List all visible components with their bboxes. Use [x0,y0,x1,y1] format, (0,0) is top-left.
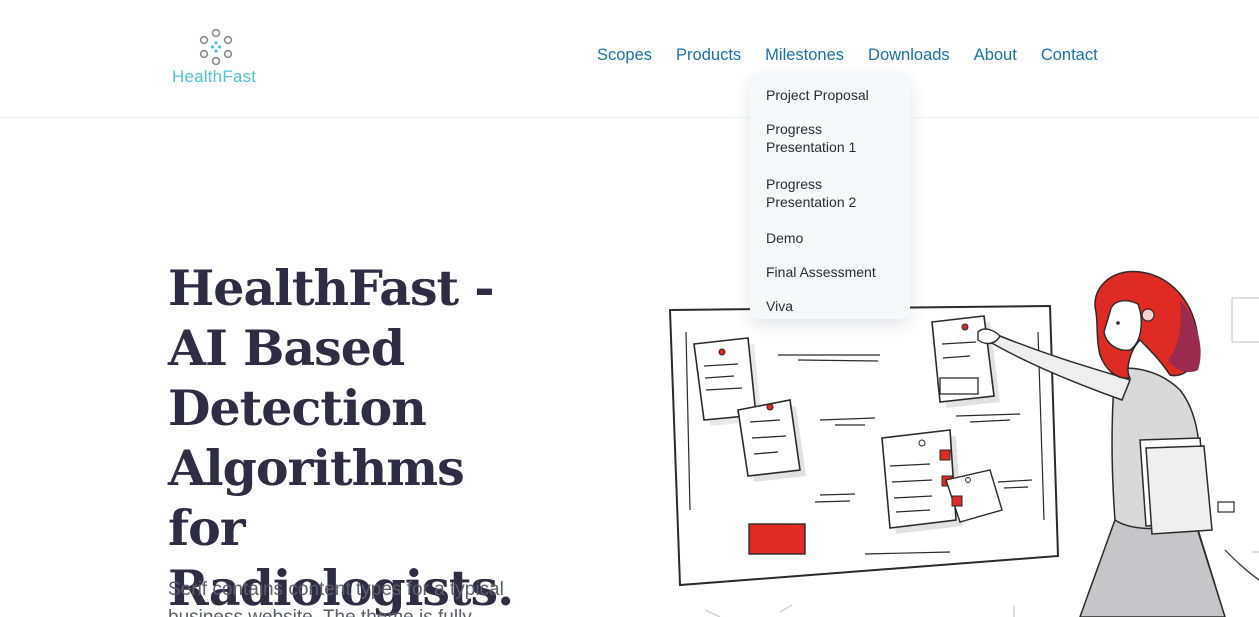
menu-item-viva[interactable]: Viva [750,295,910,329]
logo-icon [199,28,233,66]
main-nav: Scopes Products Milestones Downloads Abo… [597,44,1122,66]
menu-item-project-proposal[interactable]: Project Proposal [750,84,910,118]
menu-item-final-assessment[interactable]: Final Assessment [750,261,910,295]
menu-item-demo[interactable]: Demo [750,227,910,261]
menu-item-progress-presentation-2[interactable]: Progress Presentation 2 [750,173,902,227]
nav-milestones[interactable]: Milestones [765,44,844,66]
logo-text: HealthFast [172,67,257,86]
logo[interactable]: HealthFast [170,28,266,88]
nav-contact[interactable]: Contact [1041,44,1098,66]
site-header: HealthFast Scopes Products Milestones Do… [0,0,1259,118]
nav-scopes[interactable]: Scopes [597,44,652,66]
hero-description: Serif contains content types for a typic… [168,579,504,617]
nav-products[interactable]: Products [676,44,741,66]
hero-title: HealthFast - AI Based Detection Algorith… [168,259,514,617]
nav-about[interactable]: About [974,44,1017,66]
nav-downloads[interactable]: Downloads [868,44,950,66]
menu-item-progress-presentation-1[interactable]: Progress Presentation 1 [750,118,902,173]
milestones-dropdown: Project Proposal Progress Presentation 1… [750,74,910,319]
